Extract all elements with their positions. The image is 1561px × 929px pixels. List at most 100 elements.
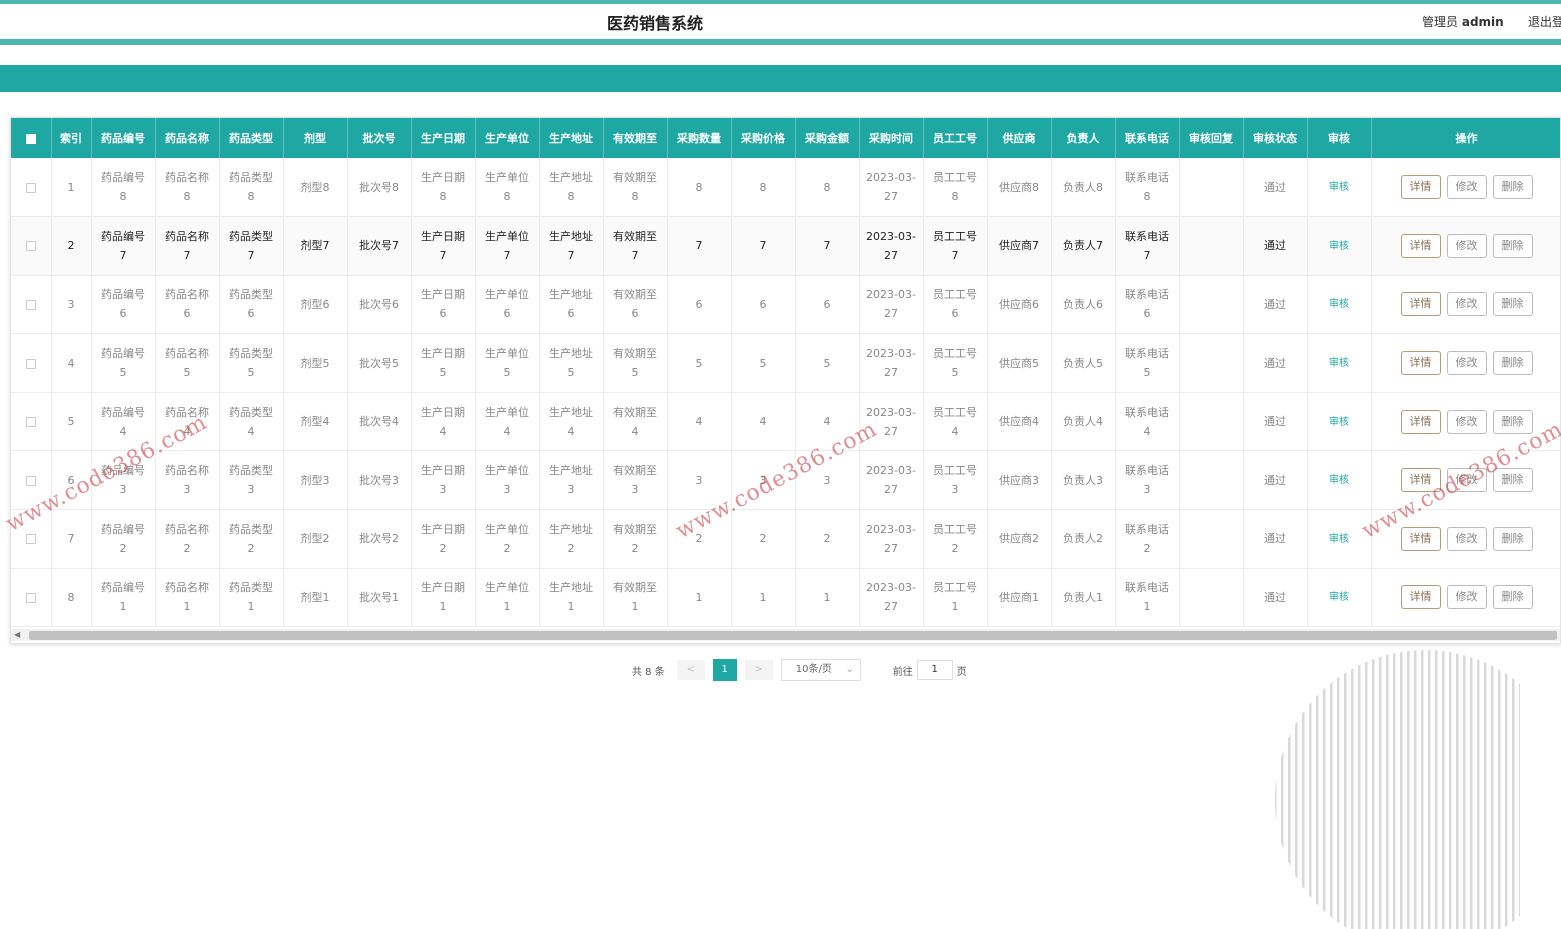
cell-phone: 联系电话7 <box>1115 216 1180 276</box>
audit-link[interactable]: 审核 <box>1329 475 1349 486</box>
detail-button[interactable]: 详情 <box>1400 292 1441 317</box>
next-page-button[interactable]: > <box>744 660 773 680</box>
detail-button[interactable]: 详情 <box>1400 233 1441 258</box>
audit-link[interactable]: 审核 <box>1329 241 1349 252</box>
edit-button[interactable]: 修改 <box>1446 233 1487 258</box>
row-checkbox[interactable] <box>25 475 36 486</box>
page-size-select[interactable]: 10条/页 ⌄ <box>780 659 861 681</box>
cell-text: 生产日期5 <box>421 347 465 380</box>
column-header: 审核 <box>1307 118 1372 158</box>
row-checkbox[interactable] <box>25 182 36 193</box>
table-row[interactable]: 2 药品编号7 药品名称7 药品类型7 剂型7 批次号7 生产日期7 生产单位7 生产地址7 有效… <box>11 216 1560 276</box>
logout-button[interactable]: 退出登 <box>1528 13 1561 30</box>
delete-button[interactable]: 删除 <box>1492 526 1533 551</box>
audit-link[interactable]: 审核 <box>1329 534 1349 545</box>
page-number-current[interactable]: 1 <box>712 659 737 681</box>
delete-button[interactable]: 删除 <box>1492 409 1533 434</box>
row-checkbox-cell[interactable] <box>11 509 52 569</box>
cell-form: 剂型7 <box>283 216 348 276</box>
cell-text: 药品编号4 <box>101 405 145 438</box>
select-all-checkbox[interactable] <box>11 118 52 158</box>
delete-button[interactable]: 删除 <box>1492 585 1533 610</box>
cell-text: 8 <box>823 180 831 194</box>
edit-button[interactable]: 修改 <box>1446 585 1487 610</box>
delete-button[interactable]: 删除 <box>1492 233 1533 258</box>
detail-button[interactable]: 详情 <box>1400 351 1441 376</box>
cell-text: 生产地址7 <box>549 229 593 262</box>
edit-button[interactable]: 修改 <box>1446 175 1487 200</box>
cell-text: 联系电话7 <box>1125 229 1169 262</box>
cell-type: 药品类型8 <box>219 158 284 218</box>
edit-button[interactable]: 修改 <box>1446 409 1487 434</box>
cell-text: 负责人6 <box>1063 297 1103 311</box>
cell-batch: 批次号7 <box>347 216 412 276</box>
audit-link[interactable]: 审核 <box>1329 182 1349 193</box>
delete-button[interactable]: 删除 <box>1492 175 1533 200</box>
audit-link[interactable]: 审核 <box>1329 299 1349 310</box>
row-checkbox-cell[interactable] <box>11 568 52 628</box>
detail-button[interactable]: 详情 <box>1400 585 1441 610</box>
row-checkbox[interactable] <box>25 534 36 545</box>
row-checkbox-cell[interactable] <box>11 158 52 218</box>
row-checkbox-cell[interactable] <box>11 450 52 511</box>
scroll-thumb[interactable] <box>29 631 1557 640</box>
cell-qty: 1 <box>667 568 732 628</box>
row-checkbox[interactable] <box>25 241 36 252</box>
detail-button[interactable]: 详情 <box>1400 468 1441 493</box>
row-checkbox-cell[interactable] <box>11 333 52 393</box>
cell-expiry: 有效期至4 <box>603 392 668 452</box>
goto-page-input[interactable]: 1 <box>916 660 953 680</box>
audit-link[interactable]: 审核 <box>1329 592 1349 603</box>
cell-phone: 联系电话6 <box>1115 275 1180 335</box>
scroll-left-arrow-icon[interactable]: ◀ <box>14 629 20 641</box>
row-checkbox[interactable] <box>25 299 36 310</box>
detail-button[interactable]: 详情 <box>1400 175 1441 200</box>
audit-link[interactable]: 审核 <box>1329 417 1349 428</box>
cell-text: 员工工号5 <box>933 347 977 380</box>
delete-button[interactable]: 删除 <box>1492 292 1533 317</box>
cell-form: 剂型4 <box>283 392 348 452</box>
table-row[interactable]: 4 药品编号5 药品名称5 药品类型5 剂型5 批次号5 生产日期5 生产单位5 生产地址5 有效… <box>11 333 1560 393</box>
goto-label: 前往 <box>892 666 913 678</box>
actions-cell: 详情 修改 删除 <box>1371 275 1560 335</box>
edit-button[interactable]: 修改 <box>1446 292 1487 317</box>
delete-button[interactable]: 删除 <box>1492 351 1533 376</box>
table-row[interactable]: 8 药品编号1 药品名称1 药品类型1 剂型1 批次号1 生产日期1 生产单位1 生产地址1 有效… <box>11 568 1560 628</box>
cell-price: 3 <box>731 450 796 511</box>
row-checkbox-cell[interactable] <box>11 392 52 452</box>
audit-link[interactable]: 审核 <box>1329 358 1349 369</box>
cell-mfg-addr: 生产地址5 <box>539 333 604 393</box>
row-index: 4 <box>51 333 92 393</box>
cell-status: 通过 <box>1243 333 1308 393</box>
cell-mfg-unit: 生产单位4 <box>475 392 540 452</box>
table-row[interactable]: 7 药品编号2 药品名称2 药品类型2 剂型2 批次号2 生产日期2 生产单位2 生产地址2 有效… <box>11 509 1560 569</box>
cell-text: 药品名称7 <box>165 229 209 262</box>
cell-amount: 8 <box>795 158 860 218</box>
edit-button[interactable]: 修改 <box>1446 526 1487 551</box>
prev-page-button[interactable]: < <box>676 660 705 680</box>
table-row[interactable]: 3 药品编号6 药品名称6 药品类型6 剂型6 批次号6 生产日期6 生产单位6 生产地址6 有效… <box>11 275 1560 335</box>
audit-cell: 审核 <box>1307 333 1372 393</box>
table-row[interactable]: 1 药品编号8 药品名称8 药品类型8 剂型8 批次号8 生产日期8 生产单位8 生产地址8 有效… <box>11 158 1560 218</box>
row-checkbox[interactable] <box>25 592 36 603</box>
row-checkbox[interactable] <box>25 417 36 428</box>
edit-button[interactable]: 修改 <box>1446 351 1487 376</box>
row-checkbox-cell[interactable] <box>11 216 52 276</box>
delete-button[interactable]: 删除 <box>1492 468 1533 493</box>
header-bottom-line <box>0 39 1561 45</box>
cell-text: 有效期至7 <box>613 229 657 262</box>
cell-text: 6 <box>823 297 831 311</box>
edit-button[interactable]: 修改 <box>1446 468 1487 493</box>
table-row[interactable]: 5 药品编号4 药品名称4 药品类型4 剂型4 批次号4 生产日期4 生产单位4 生产地址4 有效… <box>11 392 1560 452</box>
row-checkbox-cell[interactable] <box>11 275 52 335</box>
table-row[interactable]: 6 药品编号3 药品名称3 药品类型3 剂型3 批次号3 生产日期3 生产单位3 生产地址3 有效… <box>11 450 1560 511</box>
cell-text: 有效期至3 <box>613 464 657 497</box>
column-header: 员工工号 <box>923 118 988 158</box>
cell-mfg-date: 生产日期1 <box>411 568 476 628</box>
horizontal-scrollbar[interactable]: ◀ <box>11 629 1560 641</box>
detail-button[interactable]: 详情 <box>1400 409 1441 434</box>
detail-button[interactable]: 详情 <box>1400 526 1441 551</box>
cell-text: 通过 <box>1264 356 1286 370</box>
row-checkbox[interactable] <box>25 358 36 369</box>
column-header: 供应商 <box>987 118 1052 158</box>
